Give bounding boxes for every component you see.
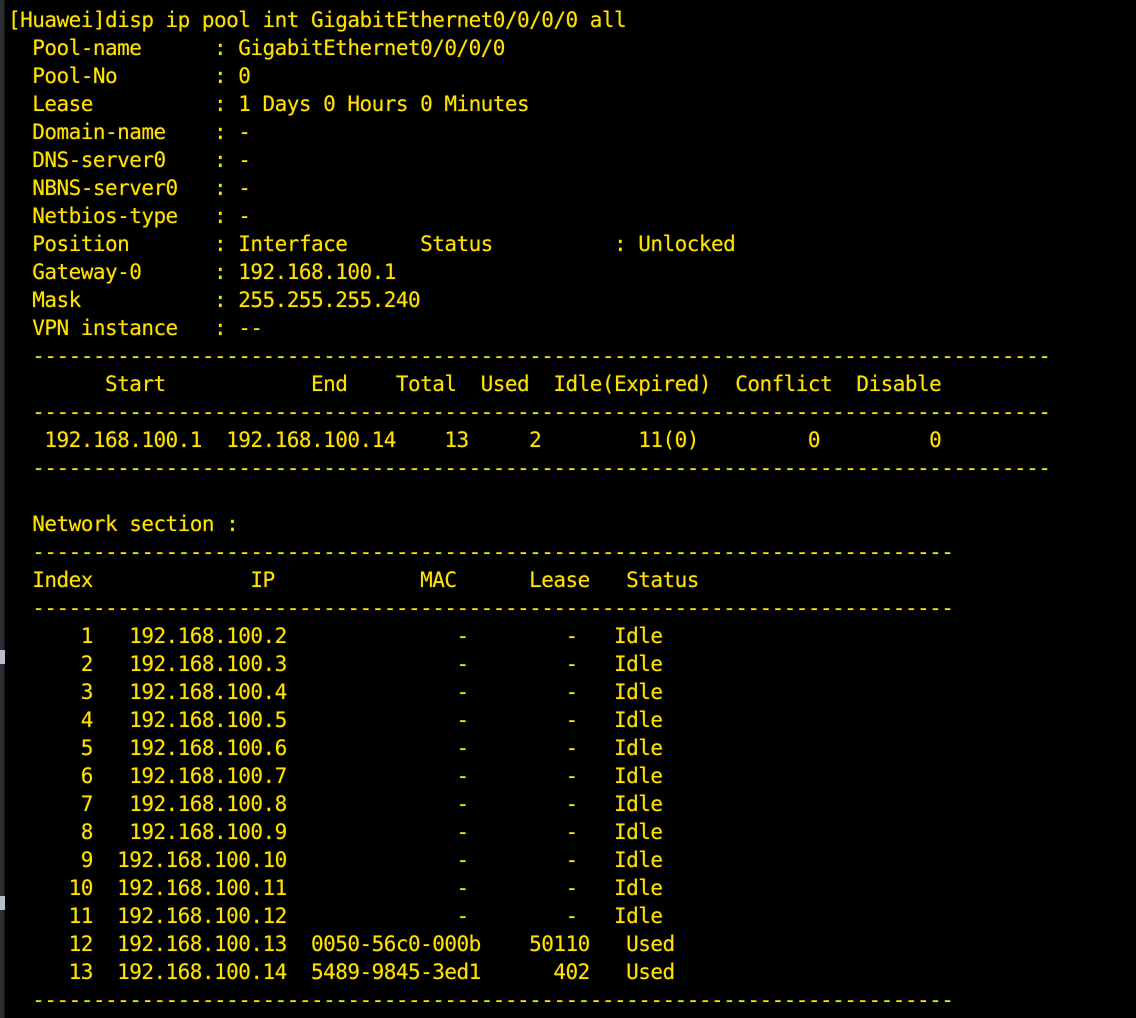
network-row-10: 10 192.168.100.11 - - Idle	[8, 876, 663, 900]
rule-summary-mid: ----------------------------------------…	[8, 400, 1051, 424]
field-dns-server0: DNS-server0 : -	[8, 148, 251, 172]
field-lease: Lease : 1 Days 0 Hours 0 Minutes	[8, 92, 530, 116]
prompt: [Huawei]disp ip pool int GigabitEthernet…	[8, 8, 627, 32]
network-row-8: 8 192.168.100.9 - - Idle	[8, 820, 663, 844]
network-row-7: 7 192.168.100.8 - - Idle	[8, 792, 663, 816]
field-nbns-server0: NBNS-server0 : -	[8, 176, 251, 200]
network-title: Network section :	[8, 512, 239, 536]
rule-network-mid: ----------------------------------------…	[8, 596, 954, 620]
network-row-9: 9 192.168.100.10 - - Idle	[8, 848, 663, 872]
network-row-1: 1 192.168.100.2 - - Idle	[8, 624, 663, 648]
network-row-11: 11 192.168.100.12 - - Idle	[8, 904, 663, 928]
rule-summary-top: ----------------------------------------…	[8, 344, 1051, 368]
network-row-4: 4 192.168.100.5 - - Idle	[8, 708, 663, 732]
summary-header: Start End Total Used Idle(Expired) Confl…	[8, 372, 942, 396]
field-netbios-type: Netbios-type : -	[8, 204, 251, 228]
rule-network-bot: ----------------------------------------…	[8, 988, 954, 1012]
terminal-window: [Huawei]disp ip pool int GigabitEthernet…	[0, 0, 1136, 1018]
field-vpn-instance: VPN instance : --	[8, 316, 263, 340]
field-gateway-0: Gateway-0 : 192.168.100.1	[8, 260, 396, 284]
field-mask: Mask : 255.255.255.240	[8, 288, 421, 312]
field-pool-name: Pool-name : GigabitEthernet0/0/0/0	[8, 36, 505, 60]
network-row-12: 12 192.168.100.13 0050-56c0-000b 50110 U…	[8, 932, 676, 956]
field-position: Position : Interface Status : Unlocked	[8, 232, 736, 256]
field-domain-name: Domain-name : -	[8, 120, 251, 144]
rule-summary-bot: ----------------------------------------…	[8, 456, 1051, 480]
rule-network-top: ----------------------------------------…	[8, 540, 954, 564]
field-pool-no: Pool-No : 0	[8, 64, 251, 88]
network-row-13: 13 192.168.100.14 5489-9845-3ed1 402 Use…	[8, 960, 676, 984]
network-header: Index IP MAC Lease Status	[8, 568, 699, 592]
network-row-3: 3 192.168.100.4 - - Idle	[8, 680, 663, 704]
terminal-output-area[interactable]: [Huawei]disp ip pool int GigabitEthernet…	[0, 0, 1136, 1018]
network-row-5: 5 192.168.100.6 - - Idle	[8, 736, 663, 760]
summary-row-1: 192.168.100.1 192.168.100.14 13 2 11(0) …	[8, 428, 942, 452]
network-row-2: 2 192.168.100.3 - - Idle	[8, 652, 663, 676]
network-row-6: 6 192.168.100.7 - - Idle	[8, 764, 663, 788]
